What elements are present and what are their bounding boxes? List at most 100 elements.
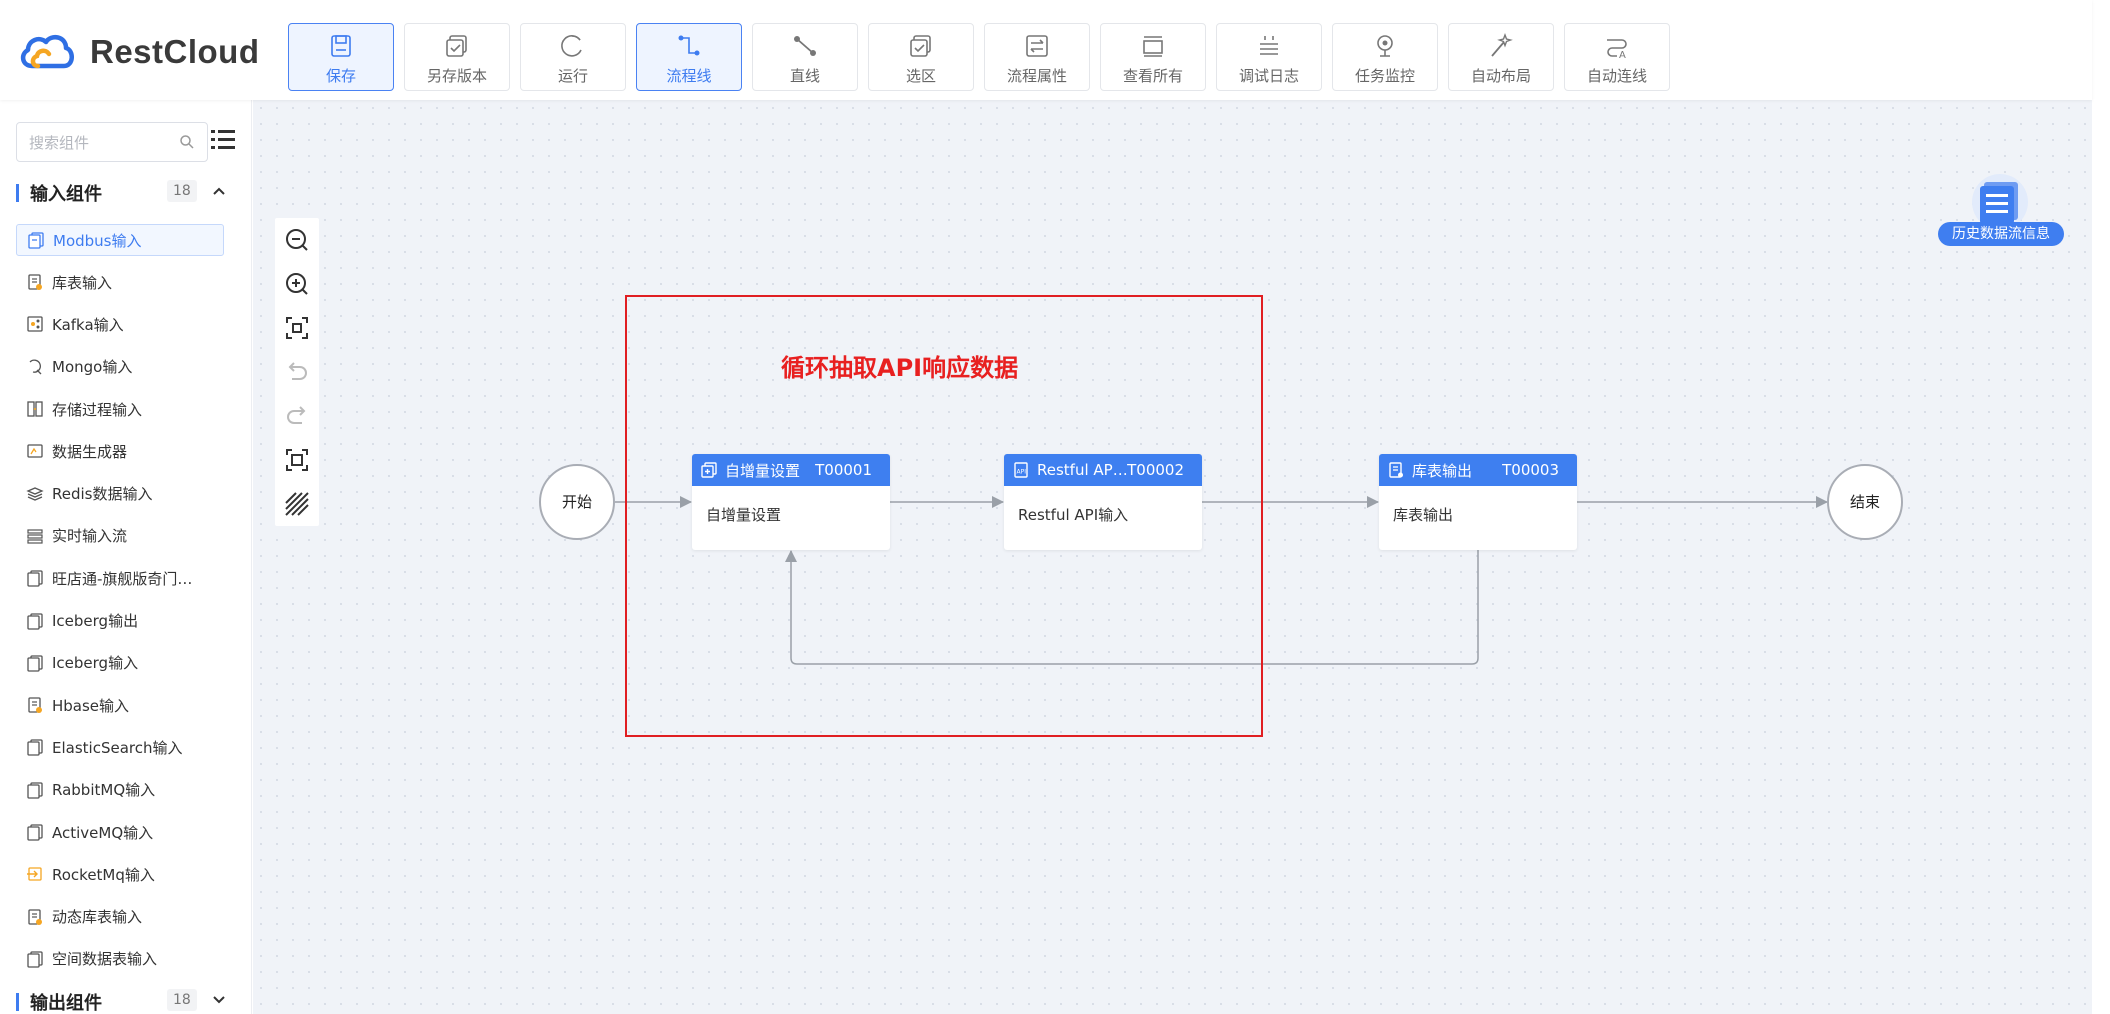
end-node[interactable]: 结束 [1827, 464, 1903, 540]
component-item[interactable]: Mongo输入 [16, 346, 224, 388]
node-body: 库表输出 [1393, 506, 1454, 524]
straight-line-button[interactable]: 直线 [752, 23, 858, 91]
kafka-icon [27, 316, 43, 333]
node-body: Restful API输入 [1018, 506, 1129, 524]
component-label: Kafka输入 [52, 315, 124, 334]
fit-view-icon[interactable] [283, 314, 311, 342]
flowline-label: 流程线 [666, 67, 712, 85]
component-item[interactable]: Iceberg输入 [16, 642, 224, 684]
component-item[interactable]: 实时输入流 [16, 515, 224, 557]
node-body: 自增量设置 [706, 506, 782, 524]
auto-layout-icon [1449, 33, 1553, 63]
component-label: 库表输入 [52, 273, 113, 292]
redis-icon [26, 486, 44, 501]
component-item[interactable]: 数据生成器 [16, 430, 224, 472]
component-label: 空间数据表输入 [52, 950, 158, 969]
flowline-button[interactable]: 流程线 [636, 23, 742, 91]
node-id: T00003 [1502, 461, 1559, 479]
node-title: Restful AP… [1037, 461, 1128, 479]
component-list: Modbus输入 库表输入 Kafka输入 Mongo输入 存储过程输入 数据生… [16, 219, 224, 980]
process-properties-label: 流程属性 [1006, 67, 1067, 85]
component-doc-icon [27, 739, 43, 757]
actual-size-icon[interactable] [283, 446, 311, 474]
flow-node-t00003[interactable]: 库表输出 T00003 库表输出 [1379, 454, 1577, 550]
mongo-icon [29, 359, 42, 375]
history-dataflow-icon [1972, 174, 2028, 228]
component-label: 数据生成器 [52, 442, 128, 461]
view-all-icon [1101, 33, 1205, 63]
component-item[interactable]: Redis数据输入 [16, 472, 224, 514]
auto-layout-label: 自动布局 [1470, 67, 1531, 85]
component-doc-icon [27, 570, 43, 587]
stored-procedure-icon [27, 401, 43, 417]
component-item[interactable]: Kafka输入 [16, 303, 224, 345]
rocketmq-icon [27, 867, 42, 881]
group-count-badge: 18 [167, 989, 197, 1011]
node-id: T00001 [815, 461, 872, 479]
component-doc-icon [27, 824, 43, 841]
component-item[interactable]: ElasticSearch输入 [16, 726, 224, 768]
view-all-label: 查看所有 [1122, 67, 1183, 85]
save-label: 保存 [325, 67, 356, 85]
component-item[interactable]: Modbus输入 [16, 224, 224, 256]
history-dataflow-button[interactable]: 历史数据流信息 [1938, 172, 2064, 246]
component-item[interactable]: 存储过程输入 [16, 388, 224, 430]
group-accent-bar [16, 184, 19, 202]
restful-api-icon: API [1014, 462, 1028, 478]
task-monitor-button[interactable]: 任务监控 [1332, 23, 1438, 91]
component-doc-icon [27, 951, 43, 968]
zoom-in-icon[interactable] [283, 270, 311, 298]
component-item[interactable]: RocketMq输入 [16, 853, 224, 895]
flow-node-t00002[interactable]: API Restful AP… T00002 Restful API输入 [1004, 454, 1202, 550]
group-title: 输入组件 [30, 184, 102, 205]
redo-icon[interactable] [283, 402, 311, 430]
component-item[interactable]: 空间数据表输入 [16, 938, 224, 980]
component-label: ElasticSearch输入 [52, 738, 183, 757]
component-item[interactable]: ActiveMQ输入 [16, 811, 224, 853]
component-item[interactable]: 动态库表输入 [16, 895, 224, 937]
task-monitor-label: 任务监控 [1354, 67, 1415, 85]
view-all-button[interactable]: 查看所有 [1100, 23, 1206, 91]
straight-line-icon [753, 33, 857, 63]
save-button[interactable]: 保存 [288, 23, 394, 91]
right-edge [2092, 0, 2110, 1014]
process-properties-button[interactable]: 流程属性 [984, 23, 1090, 91]
output-group-header[interactable]: 输出组件 18 [16, 987, 230, 1014]
component-item[interactable]: 库表输入 [16, 261, 224, 303]
component-item[interactable]: Iceberg输出 [16, 599, 224, 641]
component-doc-icon [27, 612, 43, 630]
selection-button[interactable]: 选区 [868, 23, 974, 91]
undo-icon[interactable] [283, 358, 311, 386]
logo: RestCloud [18, 32, 260, 72]
input-group-header[interactable]: 输入组件 18 [16, 178, 230, 208]
component-label: Iceberg输出 [52, 612, 139, 631]
auto-connect-button[interactable]: A 自动连线 [1564, 23, 1670, 91]
component-item[interactable]: RabbitMQ输入 [16, 769, 224, 811]
save-version-button[interactable]: 另存版本 [404, 23, 510, 91]
save-version-label: 另存版本 [426, 67, 487, 85]
component-label: 存储过程输入 [52, 400, 143, 419]
component-search[interactable] [16, 122, 208, 162]
zoom-out-icon[interactable] [283, 226, 311, 254]
svg-text:A: A [1619, 50, 1626, 59]
data-generator-icon [27, 444, 43, 458]
increment-settings-icon [701, 462, 717, 478]
component-item[interactable]: Hbase输入 [16, 684, 224, 726]
component-doc-icon [27, 655, 43, 672]
search-icon[interactable] [179, 134, 195, 150]
component-item[interactable]: 旺店通-旗舰版奇门… [16, 557, 224, 599]
flow-node-t00001[interactable]: 自增量设置 T00001 自增量设置 [692, 454, 890, 550]
save-icon [289, 33, 393, 63]
process-properties-icon [985, 33, 1089, 63]
debug-log-button[interactable]: 调试日志 [1216, 23, 1322, 91]
auto-layout-button[interactable]: 自动布局 [1448, 23, 1554, 91]
run-icon [521, 33, 625, 63]
list-view-icon[interactable] [210, 128, 236, 152]
run-button[interactable]: 运行 [520, 23, 626, 91]
group-accent-bar [16, 993, 19, 1011]
chevron-up-icon[interactable] [212, 184, 226, 198]
chevron-down-icon[interactable] [212, 993, 226, 1007]
start-node[interactable]: 开始 [539, 464, 615, 540]
grid-toggle-icon[interactable] [283, 490, 311, 518]
search-input[interactable] [29, 132, 169, 154]
